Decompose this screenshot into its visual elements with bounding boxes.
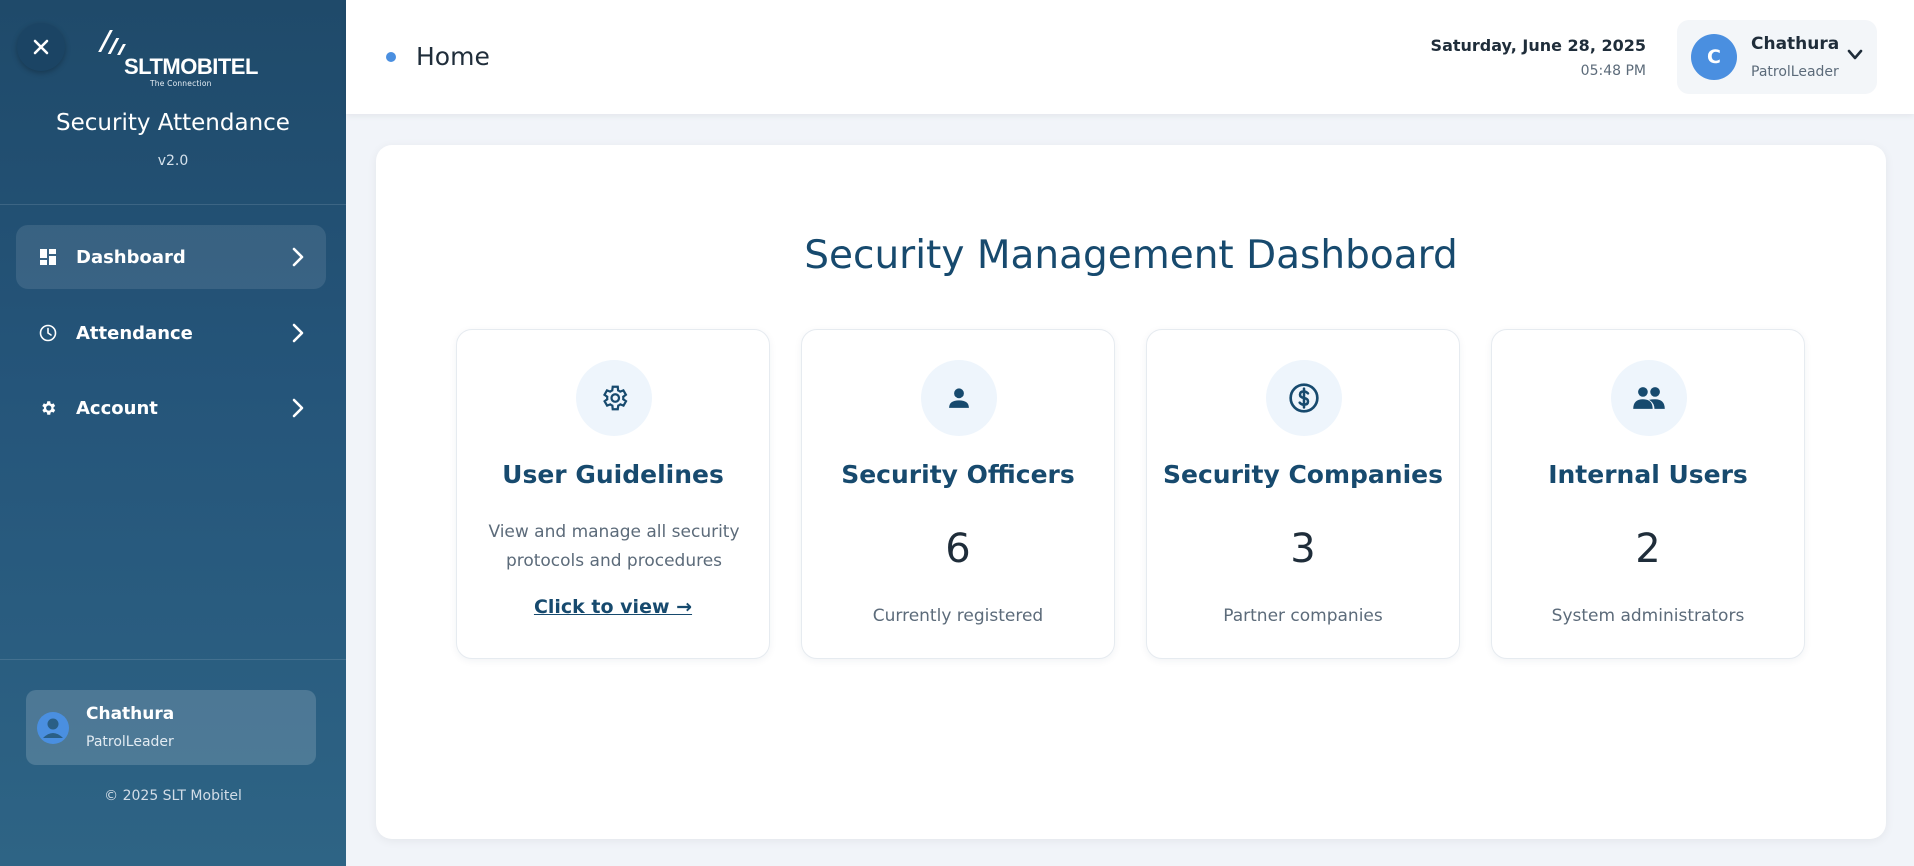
card-count: 3 (1290, 526, 1316, 572)
slt-mobitel-logo: SLTMOBITEL The Connection (98, 28, 258, 88)
card-icon-circle (921, 360, 997, 436)
current-time: 05:48 PM (1580, 63, 1646, 79)
card-subtitle: System administrators (1551, 606, 1745, 626)
gear-icon (38, 398, 58, 418)
top-header: Home Saturday, June 28, 2025 05:48 PM C … (346, 0, 1914, 114)
chevron-right-icon (292, 323, 304, 343)
card-subtitle: Currently registered (872, 606, 1044, 626)
profile-menu-button[interactable]: C Chathura PatrolLeader (1677, 20, 1877, 94)
card-security-officers[interactable]: Security Officers 6 Currently registered (801, 329, 1115, 659)
dashboard-panel: Security Management Dashboard User Guide… (376, 145, 1886, 839)
sidebar-item-account[interactable]: Account (16, 376, 326, 440)
sidebar: SLTMOBITEL The Connection Security Atten… (0, 0, 346, 866)
card-internal-users[interactable]: Internal Users 2 System administrators (1491, 329, 1805, 659)
card-user-guidelines[interactable]: User Guidelines View and manage all secu… (456, 329, 770, 659)
chevron-right-icon (292, 398, 304, 418)
sidebar-user-card[interactable]: Chathura PatrolLeader (26, 690, 316, 765)
sidebar-item-attendance[interactable]: Attendance (16, 301, 326, 365)
close-icon (33, 39, 49, 55)
dashboard-icon (38, 247, 58, 267)
sidebar-divider (0, 204, 346, 205)
dashboard-title: Security Management Dashboard (804, 233, 1458, 278)
card-title: Security Officers (841, 460, 1075, 489)
profile-role: PatrolLeader (1751, 64, 1839, 80)
clock-icon (38, 323, 58, 343)
card-title: Security Companies (1163, 460, 1443, 489)
card-description: View and manage all security protocols a… (488, 522, 740, 571)
card-count: 2 (1635, 526, 1661, 572)
sidebar-item-label: Attendance (76, 322, 193, 344)
copyright-text: © 2025 SLT Mobitel (104, 788, 242, 804)
sidebar-item-label: Account (76, 397, 158, 419)
user-avatar-icon (37, 712, 69, 744)
card-security-companies[interactable]: Security Companies 3 Partner companies (1146, 329, 1460, 659)
group-icon (1633, 387, 1665, 409)
close-sidebar-button[interactable] (17, 23, 65, 71)
chevron-right-icon (292, 247, 304, 267)
click-to-view-link[interactable]: Click to view → (457, 596, 769, 618)
chevron-down-icon (1847, 49, 1863, 60)
card-icon-circle (1611, 360, 1687, 436)
logo-tagline: The Connection (150, 79, 212, 88)
sidebar-user-role: PatrolLeader (86, 734, 174, 750)
sidebar-item-dashboard[interactable]: Dashboard (16, 225, 326, 289)
app-title: Security Attendance (56, 110, 290, 136)
logo-brand: SLTMOBITEL (124, 54, 258, 79)
app-version: v2.0 (157, 153, 189, 169)
current-date: Saturday, June 28, 2025 (1430, 36, 1646, 55)
card-icon-circle (1266, 360, 1342, 436)
settings-gear-icon (603, 385, 628, 411)
page-indicator-dot (386, 52, 396, 62)
sidebar-divider (0, 659, 346, 660)
card-title: Internal Users (1548, 460, 1748, 489)
card-subtitle: Partner companies (1223, 606, 1383, 626)
dollar-icon (1289, 383, 1319, 413)
card-count: 6 (945, 526, 971, 572)
card-icon-circle (576, 360, 652, 436)
card-title: User Guidelines (502, 460, 724, 489)
person-icon (949, 388, 969, 408)
sidebar-item-label: Dashboard (76, 246, 186, 268)
profile-name: Chathura (1751, 34, 1840, 54)
page-title: Home (416, 42, 490, 71)
avatar: C (1691, 34, 1737, 80)
sidebar-user-name: Chathura (86, 704, 175, 724)
